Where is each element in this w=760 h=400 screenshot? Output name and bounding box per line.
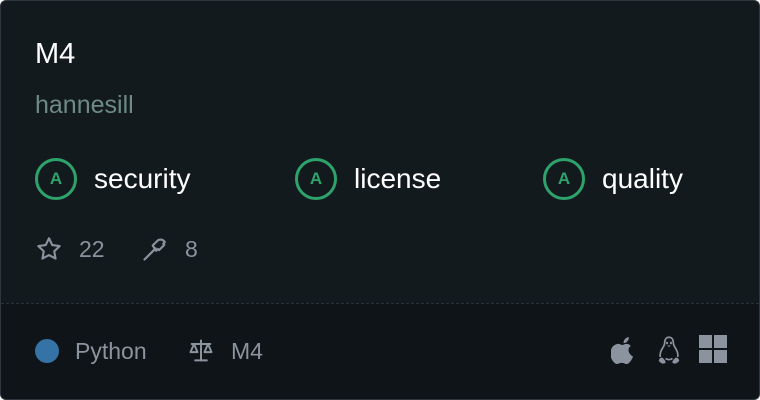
scale-icon <box>189 339 213 362</box>
repo-card[interactable]: M4 hannesill A security A license A qual… <box>0 0 760 400</box>
language-color-dot <box>35 339 59 363</box>
apple-icon <box>611 337 634 365</box>
language-info: Python <box>35 334 147 368</box>
linux-icon <box>658 336 680 364</box>
card-body: M4 hannesill A security A license A qual… <box>1 1 759 303</box>
repo-name[interactable]: M4 <box>35 37 75 71</box>
repo-owner[interactable]: hannesill <box>35 90 134 120</box>
security-score: A security <box>35 155 190 203</box>
quality-grade-badge: A <box>543 158 585 200</box>
license-info: M4 <box>187 334 263 368</box>
license-name: M4 <box>231 337 263 364</box>
license-grade-badge: A <box>295 158 337 200</box>
windows-icon <box>699 335 727 363</box>
forks-count: 8 <box>185 235 198 262</box>
stars-count: 22 <box>79 235 105 262</box>
security-label: security <box>94 163 191 194</box>
forks-stat: 8 <box>141 233 198 265</box>
quality-score: A quality <box>543 155 683 203</box>
quality-label: quality <box>602 163 683 194</box>
security-grade-badge: A <box>35 158 77 200</box>
license-score: A license <box>295 155 441 203</box>
language-label: Python <box>75 337 147 364</box>
star-icon <box>37 237 61 260</box>
stars-stat: 22 <box>35 233 105 265</box>
hammer-icon <box>143 238 166 261</box>
license-label: license <box>354 163 442 194</box>
